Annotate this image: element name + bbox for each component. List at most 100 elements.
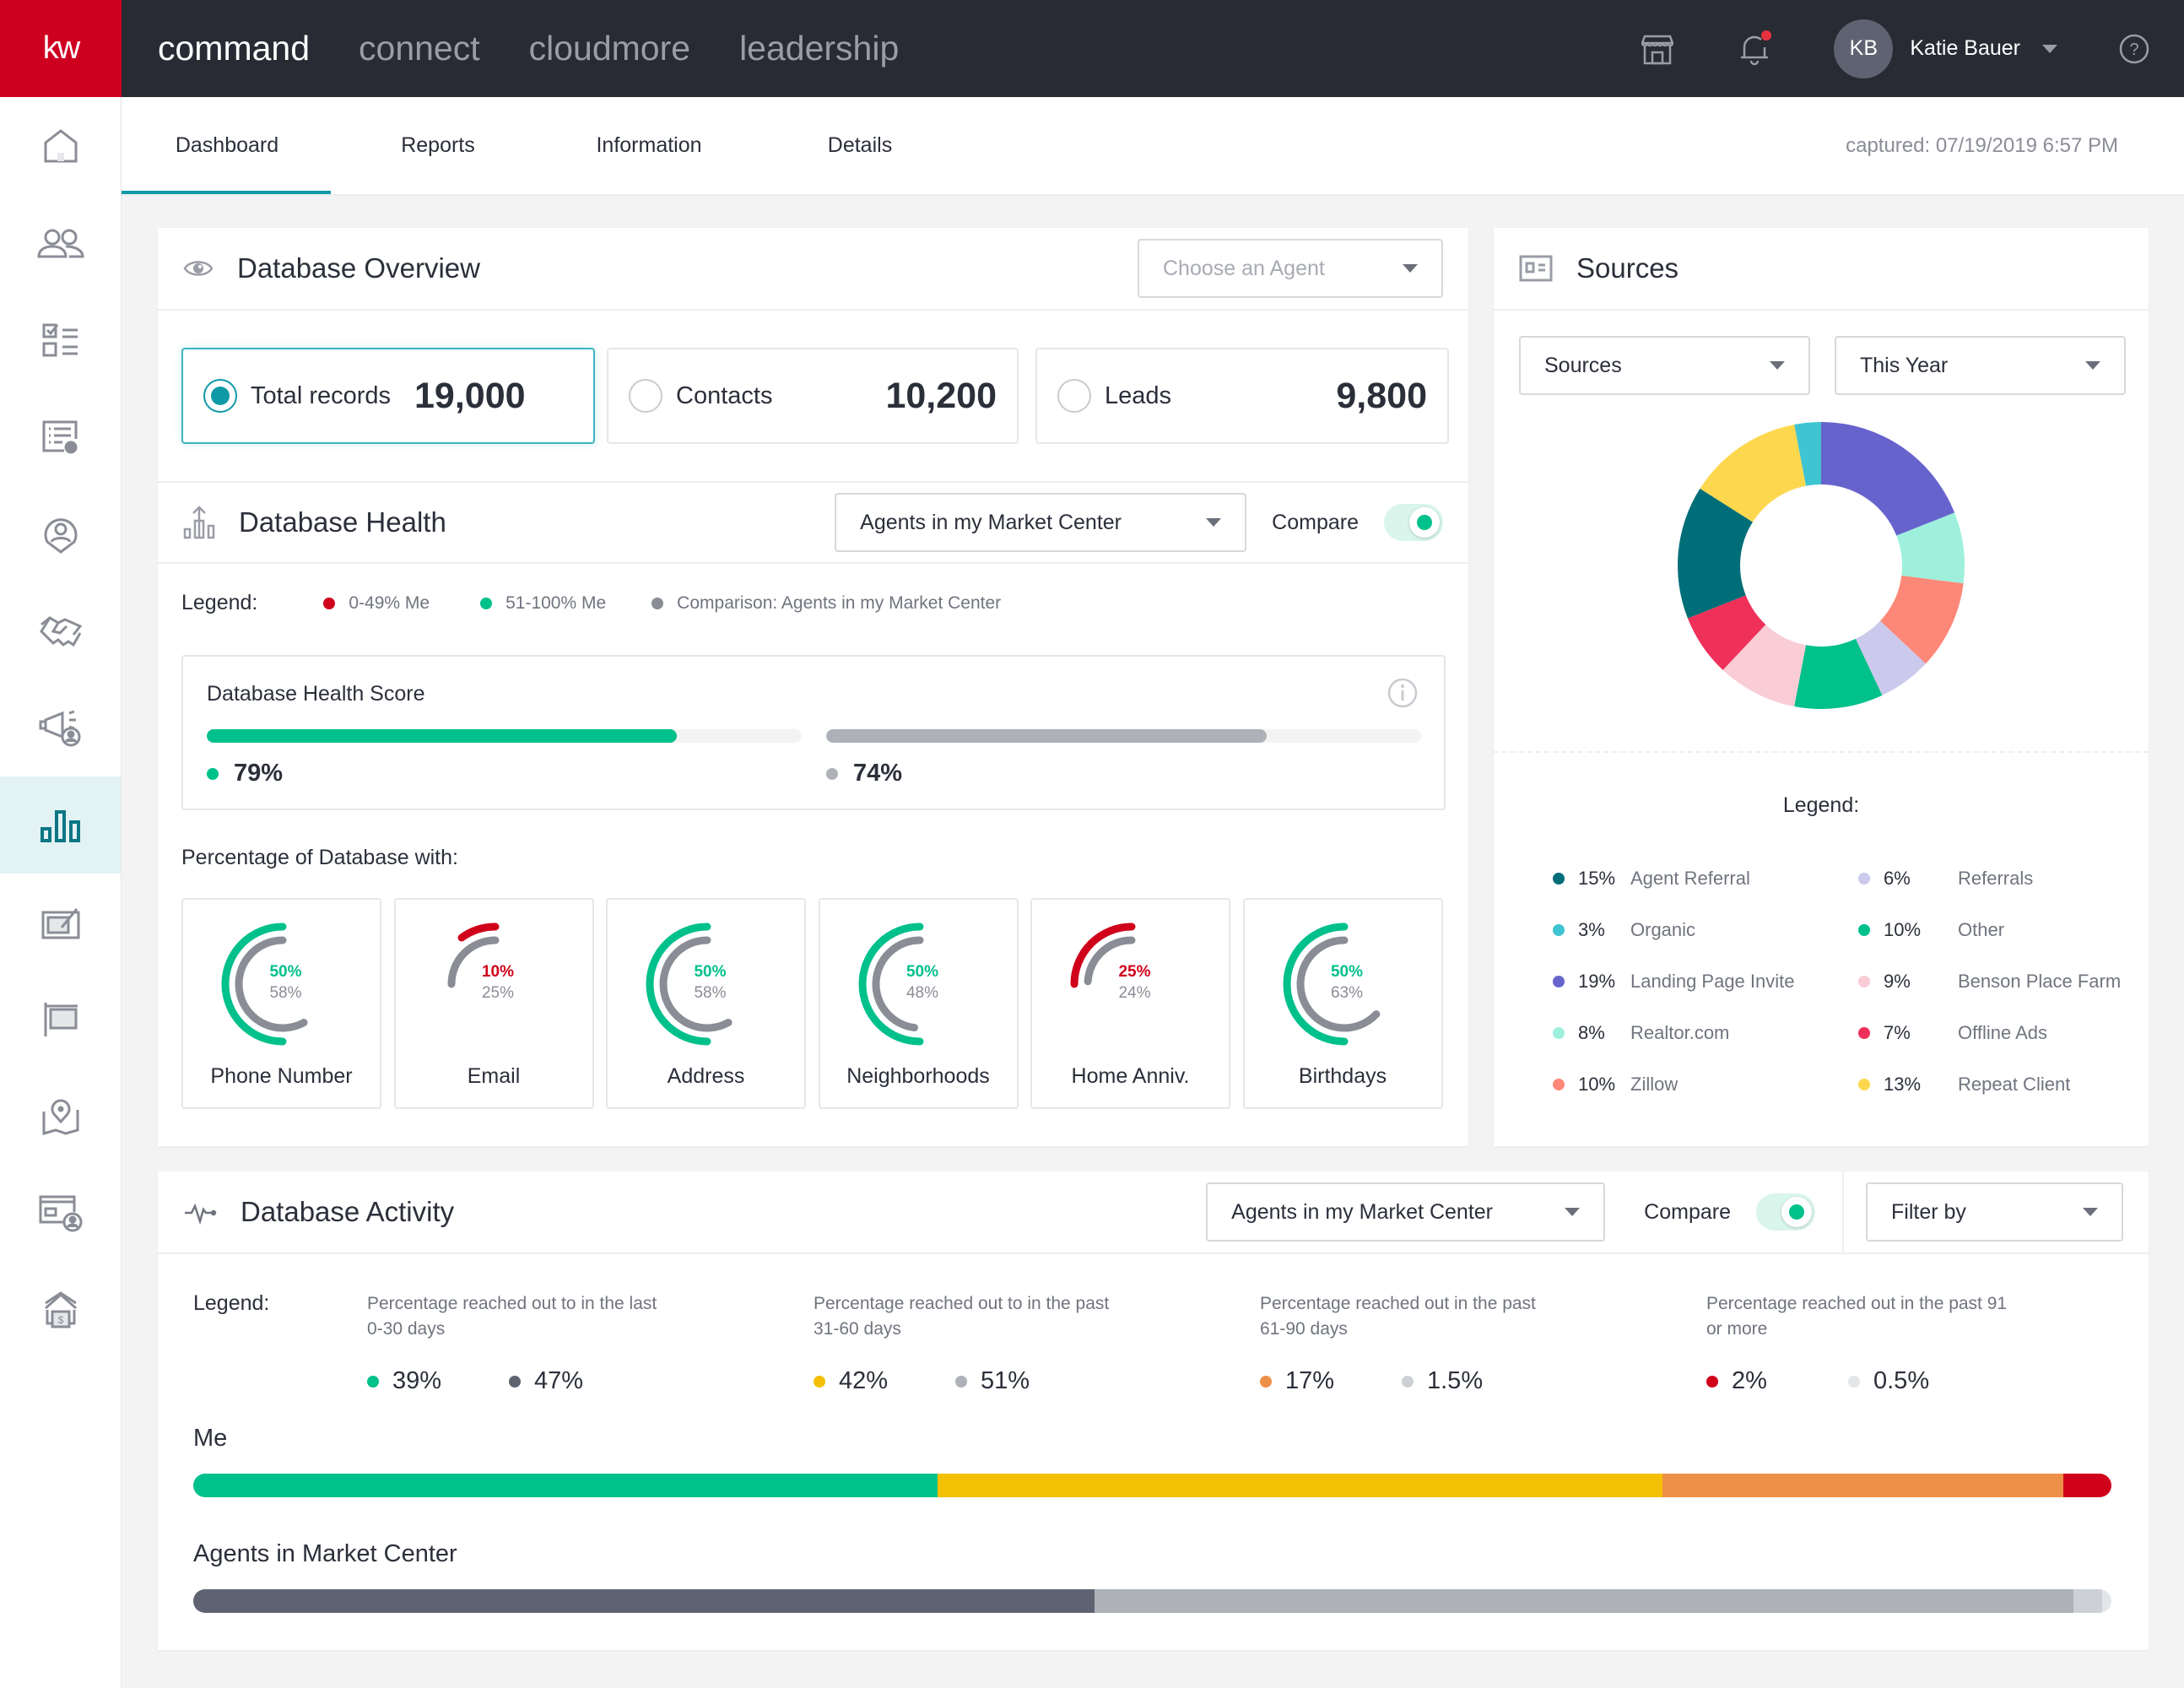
legend-value-compare: 1.5%	[1427, 1367, 1484, 1394]
gauge-card[interactable]: 25% 24% Home Anniv.	[1030, 898, 1230, 1109]
kw-logo[interactable]: kw	[0, 0, 122, 97]
app-leadership[interactable]: leadership	[739, 29, 899, 68]
sidebar-item-reports-settings[interactable]	[0, 388, 121, 485]
help-icon[interactable]: ?	[2118, 33, 2150, 65]
sidebar-item-map[interactable]	[0, 1068, 121, 1165]
sidebar-item-property-value[interactable]: $	[0, 1262, 121, 1359]
sub-navigation: Dashboard Reports Information Details ca…	[122, 97, 2184, 194]
sidebar-item-location[interactable]	[0, 485, 121, 582]
chevron-down-icon	[1565, 1208, 1581, 1216]
sidebar-item-insights[interactable]	[0, 776, 121, 874]
svg-text:?: ?	[2129, 41, 2138, 59]
radio-total-records[interactable]	[203, 379, 237, 413]
sidebar-item-deals[interactable]	[0, 582, 121, 679]
health-score-me-value: 79%	[234, 760, 284, 787]
sources-legend-item: 7% Offline Ads	[1858, 1007, 2121, 1058]
tab-details[interactable]: Details	[754, 97, 965, 194]
legend-dot-compare	[509, 1375, 521, 1388]
sources-legend-item: 6% Referrals	[1858, 852, 2121, 904]
legend-dot	[1553, 1026, 1565, 1039]
sidebar-item-contacts[interactable]	[0, 194, 121, 291]
activity-legend-text: Percentage reached out to in the past 31…	[814, 1294, 1110, 1339]
health-score-bar-me	[207, 729, 802, 743]
user-menu-caret-icon[interactable]	[2042, 44, 2057, 53]
toggle-knob	[1789, 1204, 1804, 1220]
health-header: Database Health Agents in my Market Cent…	[158, 481, 1468, 564]
tab-information[interactable]: Information	[543, 97, 754, 194]
user-avatar[interactable]: KB	[1834, 19, 1894, 78]
legend-percent: 13%	[1884, 1073, 1922, 1095]
header-divider	[1842, 1171, 1844, 1253]
people-icon	[36, 229, 84, 257]
activity-legend-values: 39% 47%	[367, 1367, 583, 1395]
legend-name: Referrals	[1958, 867, 2034, 889]
score-dot-me	[207, 767, 219, 780]
health-score-bar-me-fill	[207, 729, 677, 743]
legend-value-me: 17%	[1285, 1367, 1335, 1394]
compare-bar-segment-1	[193, 1589, 1095, 1613]
tab-reports[interactable]: Reports	[332, 97, 543, 194]
gauge-card[interactable]: 50% 58% Address	[606, 898, 806, 1109]
sidebar-item-tasks[interactable]	[0, 291, 121, 388]
tab-dashboard[interactable]: Dashboard	[122, 97, 332, 194]
gauge-card[interactable]: 50% 48% Neighborhoods	[818, 898, 1019, 1109]
radio-contacts[interactable]	[629, 379, 662, 413]
activity-compare-toggle[interactable]	[1756, 1193, 1815, 1231]
notification-bell-icon[interactable]	[1739, 30, 1772, 66]
gauge-card[interactable]: 50% 58% Phone Number	[181, 898, 381, 1109]
me-bar-segment-1	[193, 1474, 938, 1497]
sources-card: Sources Sources This Year Legend: 15% Age…	[1494, 228, 2149, 1146]
choose-agent-dropdown[interactable]: Choose an Agent	[1138, 239, 1443, 298]
legend-dot-me	[1260, 1375, 1272, 1388]
gauge-label: Address	[667, 1064, 745, 1088]
toggle-knob	[1417, 515, 1432, 530]
sources-type-dropdown[interactable]: Sources	[1519, 336, 1810, 395]
sources-period-selected: This Year	[1860, 353, 1949, 377]
user-name[interactable]: Katie Bauer	[1910, 36, 2020, 61]
sources-divider	[1494, 751, 2149, 753]
legend-name: Agent Referral	[1630, 867, 1750, 889]
sources-legend-item: 10% Other	[1858, 904, 2121, 955]
percentage-title: Percentage of Database with:	[181, 846, 458, 869]
sidebar-item-designs[interactable]	[0, 874, 121, 971]
sidebar-item-listings[interactable]	[0, 971, 121, 1068]
activity-compare-dropdown[interactable]: Agents in my Market Center	[1206, 1182, 1606, 1242]
sidebar-item-marketing[interactable]	[0, 679, 121, 776]
health-compare-toggle[interactable]	[1384, 504, 1443, 541]
activity-legend-text: Percentage reached out in the past 61-90…	[1260, 1294, 1536, 1339]
sidebar-item-profile-card[interactable]	[0, 1165, 121, 1262]
info-icon[interactable]	[1387, 677, 1419, 709]
id-card-icon	[1519, 255, 1553, 282]
stat-total-records[interactable]: Total records 19,000	[181, 348, 595, 444]
legend-name: Offline Ads	[1958, 1021, 2047, 1043]
health-compare-dropdown[interactable]: Agents in my Market Center	[835, 493, 1247, 552]
donut-slice-landing-page-invite[interactable]	[1821, 422, 1955, 536]
sources-period-dropdown[interactable]: This Year	[1835, 336, 2126, 395]
radio-leads[interactable]	[1057, 379, 1091, 413]
legend-value-me: 42%	[839, 1367, 889, 1394]
sources-legend-item: 15% Agent Referral	[1553, 852, 1795, 904]
gauge-compare-value: 25%	[481, 984, 515, 1002]
app-command[interactable]: command	[158, 29, 310, 68]
stat-contacts[interactable]: Contacts 10,200	[607, 348, 1019, 444]
home-icon	[44, 128, 77, 162]
compare-bar-label: Agents in Market Center	[193, 1540, 457, 1567]
gauge-compare-value: 48%	[905, 984, 939, 1002]
top-bar: kw command connect cloudmore leadership …	[0, 0, 2184, 97]
signpost-icon	[44, 1002, 78, 1036]
stat-value: 10,200	[885, 375, 997, 416]
database-activity-card: Database Activity Agents in my Market Ce…	[158, 1171, 2149, 1650]
health-chart-icon	[183, 506, 215, 539]
stat-leads[interactable]: Leads 9,800	[1035, 348, 1449, 444]
legend-value-compare: 47%	[534, 1367, 584, 1394]
gauge-card[interactable]: 50% 63% Birthdays	[1242, 898, 1443, 1109]
app-connect[interactable]: connect	[359, 29, 480, 68]
app-cloudmore[interactable]: cloudmore	[529, 29, 690, 68]
filter-by-dropdown[interactable]: Filter by	[1866, 1182, 2123, 1242]
health-score-bar-compare-fill	[826, 729, 1267, 743]
activity-title: Database Activity	[241, 1196, 455, 1227]
sources-legend-label: Legend:	[1782, 793, 1860, 817]
gauge-card[interactable]: 10% 25% Email	[393, 898, 594, 1109]
store-icon[interactable]	[1641, 33, 1674, 65]
sidebar-item-home[interactable]	[0, 97, 121, 194]
